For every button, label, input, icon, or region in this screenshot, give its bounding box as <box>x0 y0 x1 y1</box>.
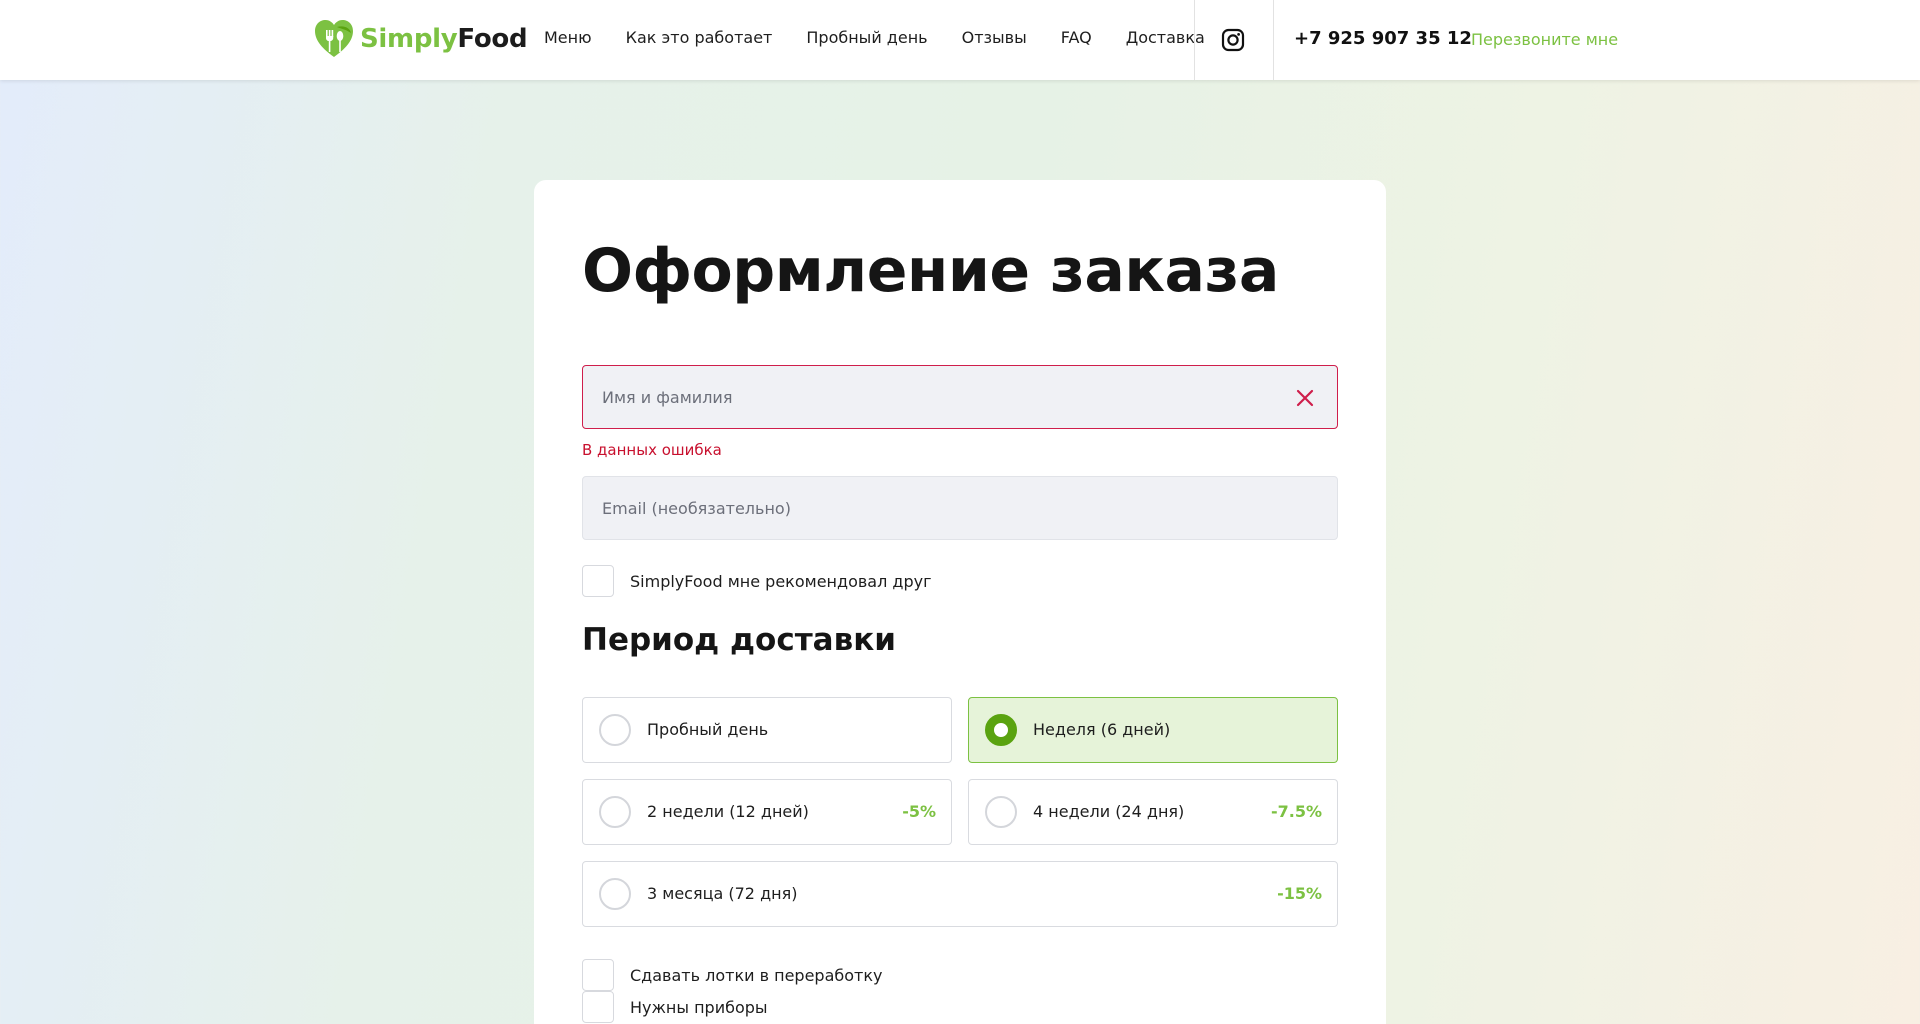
period-option-3-months[interactable]: 3 месяца (72 дня) -15% <box>582 861 1338 927</box>
name-field-placeholder: Имя и фамилия <box>602 388 733 407</box>
period-option-trial-day[interactable]: Пробный день <box>582 697 952 763</box>
friend-checkbox-label: SimplyFood мне рекомендовал друг <box>630 571 932 591</box>
main-nav: Меню Как это работает Пробный день Отзыв… <box>544 28 1239 47</box>
radio-button-selected[interactable] <box>985 714 1017 746</box>
cutlery-checkbox[interactable]: Нужны приборы <box>582 991 768 1023</box>
name-error-message: В данных ошибка <box>582 441 722 459</box>
period-option-label: 2 недели (12 дней) <box>647 802 809 821</box>
period-option-label: 4 недели (24 дня) <box>1033 802 1185 821</box>
nav-faq[interactable]: FAQ <box>1061 28 1092 47</box>
discount-badge: -5% <box>902 802 936 821</box>
recycle-trays-label: Сдавать лотки в переработку <box>630 965 883 985</box>
logo[interactable]: SimplyFood <box>313 19 528 59</box>
phone-number[interactable]: +7 925 907 35 12 <box>1294 28 1472 49</box>
discount-badge: -7.5% <box>1270 802 1322 821</box>
logo-text: SimplyFood <box>360 24 528 54</box>
nav-trial-day[interactable]: Пробный день <box>806 28 927 47</box>
radio-button[interactable] <box>985 796 1017 828</box>
delivery-period-title: Период доставки <box>582 622 896 658</box>
logo-heart-icon <box>315 20 353 57</box>
period-option-label: Пробный день <box>647 720 769 739</box>
period-option-label: Неделя (6 дней) <box>1033 720 1171 739</box>
radio-button[interactable] <box>599 796 631 828</box>
name-field[interactable]: Имя и фамилия <box>582 365 1338 429</box>
logo-text-food: Food <box>457 24 528 54</box>
nav-menu[interactable]: Меню <box>544 28 592 47</box>
callback-link[interactable]: Перезвоните мне <box>1471 30 1618 49</box>
header-divider <box>1273 0 1274 80</box>
header-divider <box>1194 0 1195 80</box>
checkbox-box[interactable] <box>582 959 614 991</box>
nav-delivery[interactable]: Доставка <box>1126 28 1205 47</box>
checkbox-box[interactable] <box>582 991 614 1023</box>
recycle-trays-checkbox[interactable]: Сдавать лотки в переработку <box>582 959 882 991</box>
logo-text-simply: Simply <box>360 24 458 54</box>
email-field-placeholder: Email (необязательно) <box>602 499 791 518</box>
period-option-4-weeks[interactable]: 4 недели (24 дня) -7.5% <box>968 779 1338 845</box>
site-header: SimplyFood Меню Как это работает Пробный… <box>0 0 1920 80</box>
radio-button[interactable] <box>599 714 631 746</box>
cutlery-label: Нужны приборы <box>630 997 768 1017</box>
discount-badge: -15% <box>1277 884 1322 903</box>
radio-button[interactable] <box>599 878 631 910</box>
clear-icon[interactable] <box>1295 388 1315 408</box>
page-title: Оформление заказа <box>582 236 1279 306</box>
nav-reviews[interactable]: Отзывы <box>962 28 1027 47</box>
email-field[interactable]: Email (необязательно) <box>582 476 1338 540</box>
checkbox-box[interactable] <box>582 565 614 597</box>
period-option-week[interactable]: Неделя (6 дней) <box>968 697 1338 763</box>
period-option-label: 3 месяца (72 дня) <box>647 884 798 903</box>
friend-checkbox[interactable]: SimplyFood мне рекомендовал друг <box>582 565 932 597</box>
order-form-card: Оформление заказа Имя и фамилия В данных… <box>534 180 1386 1024</box>
instagram-icon[interactable] <box>1221 28 1245 52</box>
period-option-2-weeks[interactable]: 2 недели (12 дней) -5% <box>582 779 952 845</box>
nav-how-it-works[interactable]: Как это работает <box>626 28 773 47</box>
